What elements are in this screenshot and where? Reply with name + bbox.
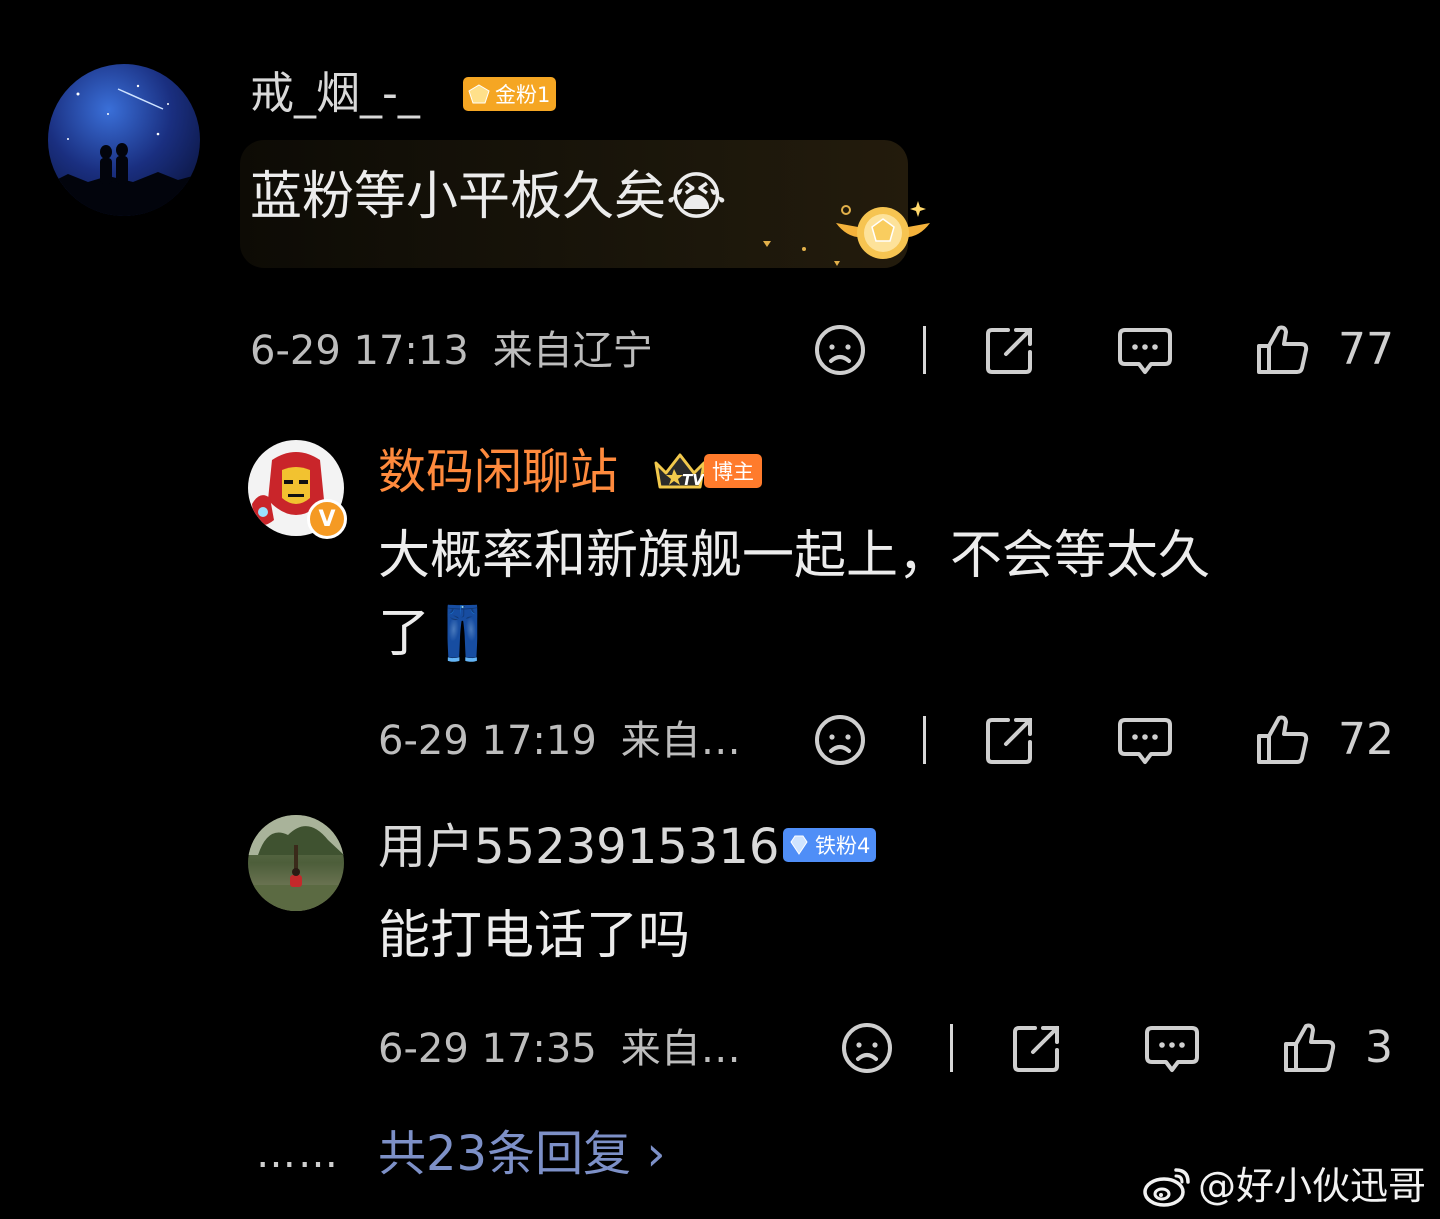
share-button[interactable]: [980, 320, 1040, 380]
badge-label: 铁粉4: [815, 834, 871, 858]
sad-face-icon: [815, 325, 865, 375]
fan-badge[interactable]: 铁粉4: [783, 828, 877, 862]
dislike-button[interactable]: [837, 1018, 897, 1078]
watermark-text: @好小伙迅哥: [1197, 1164, 1426, 1208]
reply-button[interactable]: [1142, 1018, 1202, 1078]
avatar[interactable]: [48, 64, 200, 216]
timestamp: 6-29 17:13: [250, 328, 469, 374]
share-icon: [986, 718, 1032, 764]
reply-thread-dots: ……: [256, 1131, 340, 1177]
badge-label: 金粉1: [495, 83, 551, 107]
thumbs-up-icon: [1257, 325, 1309, 374]
reply-button[interactable]: [1115, 320, 1175, 380]
garden-photo-image: [248, 815, 344, 911]
badge-label: 博主: [712, 460, 754, 484]
action-bar: 3: [837, 1018, 1427, 1078]
location: 来自…: [620, 1026, 741, 1072]
crown-tv-text: TV: [682, 471, 704, 489]
action-bar: 77: [810, 320, 1410, 380]
sad-face-icon: [842, 1023, 892, 1073]
like-count: 3: [1365, 1022, 1393, 1073]
like-count: 72: [1338, 714, 1394, 765]
like-button[interactable]: [1252, 710, 1312, 770]
username[interactable]: 用户5523915316: [378, 823, 779, 871]
username[interactable]: 戒_烟_-_: [250, 72, 420, 116]
crown-icon: TV: [652, 451, 708, 491]
share-icon: [986, 328, 1032, 374]
timestamp: 6-29 17:19: [378, 718, 597, 764]
dislike-button[interactable]: [810, 320, 870, 380]
like-count: 77: [1338, 324, 1394, 375]
sparkle-dots: [763, 241, 806, 251]
like-button[interactable]: [1252, 320, 1312, 380]
comment-meta: 6-29 17:19 来自…: [378, 721, 741, 761]
dislike-button[interactable]: [810, 710, 870, 770]
comment-text-line-2: 了👖: [378, 604, 495, 664]
comment-text-line-1: 大概率和新旗舰一起上，不会等太久: [378, 526, 1211, 586]
diamond-icon: [790, 835, 808, 855]
verified-mark: V: [318, 506, 336, 532]
comment-text: 能打电话了吗: [378, 906, 691, 966]
divider: [923, 326, 926, 374]
comment-text: 蓝粉等小平板久矣😭: [250, 167, 727, 227]
weibo-watermark: @好小伙迅哥: [1142, 1162, 1426, 1210]
thumbs-up-icon: [1257, 715, 1309, 764]
view-all-replies-link[interactable]: 共23条回复 ›: [378, 1126, 666, 1182]
action-bar: 72: [810, 710, 1410, 770]
comment-meta: 6-29 17:35 来自…: [378, 1029, 741, 1069]
fan-badge[interactable]: 金粉1: [463, 77, 557, 111]
timestamp: 6-29 17:35: [378, 1026, 597, 1072]
gold-gem-icon: [468, 84, 490, 104]
share-button[interactable]: [980, 710, 1040, 770]
comment-icon: [1118, 718, 1172, 764]
avatar[interactable]: [248, 815, 344, 911]
location: 来自…: [620, 718, 741, 764]
like-button[interactable]: [1279, 1018, 1339, 1078]
comment-icon: [1118, 328, 1172, 374]
verified-badge: V: [307, 499, 347, 539]
reply-button[interactable]: [1115, 710, 1175, 770]
username[interactable]: 数码闲聊站: [378, 448, 618, 496]
comment-meta: 6-29 17:13 来自辽宁: [250, 331, 653, 371]
share-icon: [1013, 1026, 1059, 1072]
gold-medal-icon: [834, 201, 930, 266]
weibo-logo-icon: [1143, 1168, 1190, 1207]
thumbs-up-icon: [1284, 1023, 1336, 1072]
location: 来自辽宁: [492, 328, 653, 374]
divider: [950, 1024, 953, 1072]
divider: [923, 716, 926, 764]
blogger-badge[interactable]: 博主: [704, 454, 762, 488]
sad-face-icon: [815, 715, 865, 765]
night-sky-couple-image: [48, 84, 200, 216]
comment-icon: [1145, 1026, 1199, 1072]
share-button[interactable]: [1007, 1018, 1067, 1078]
